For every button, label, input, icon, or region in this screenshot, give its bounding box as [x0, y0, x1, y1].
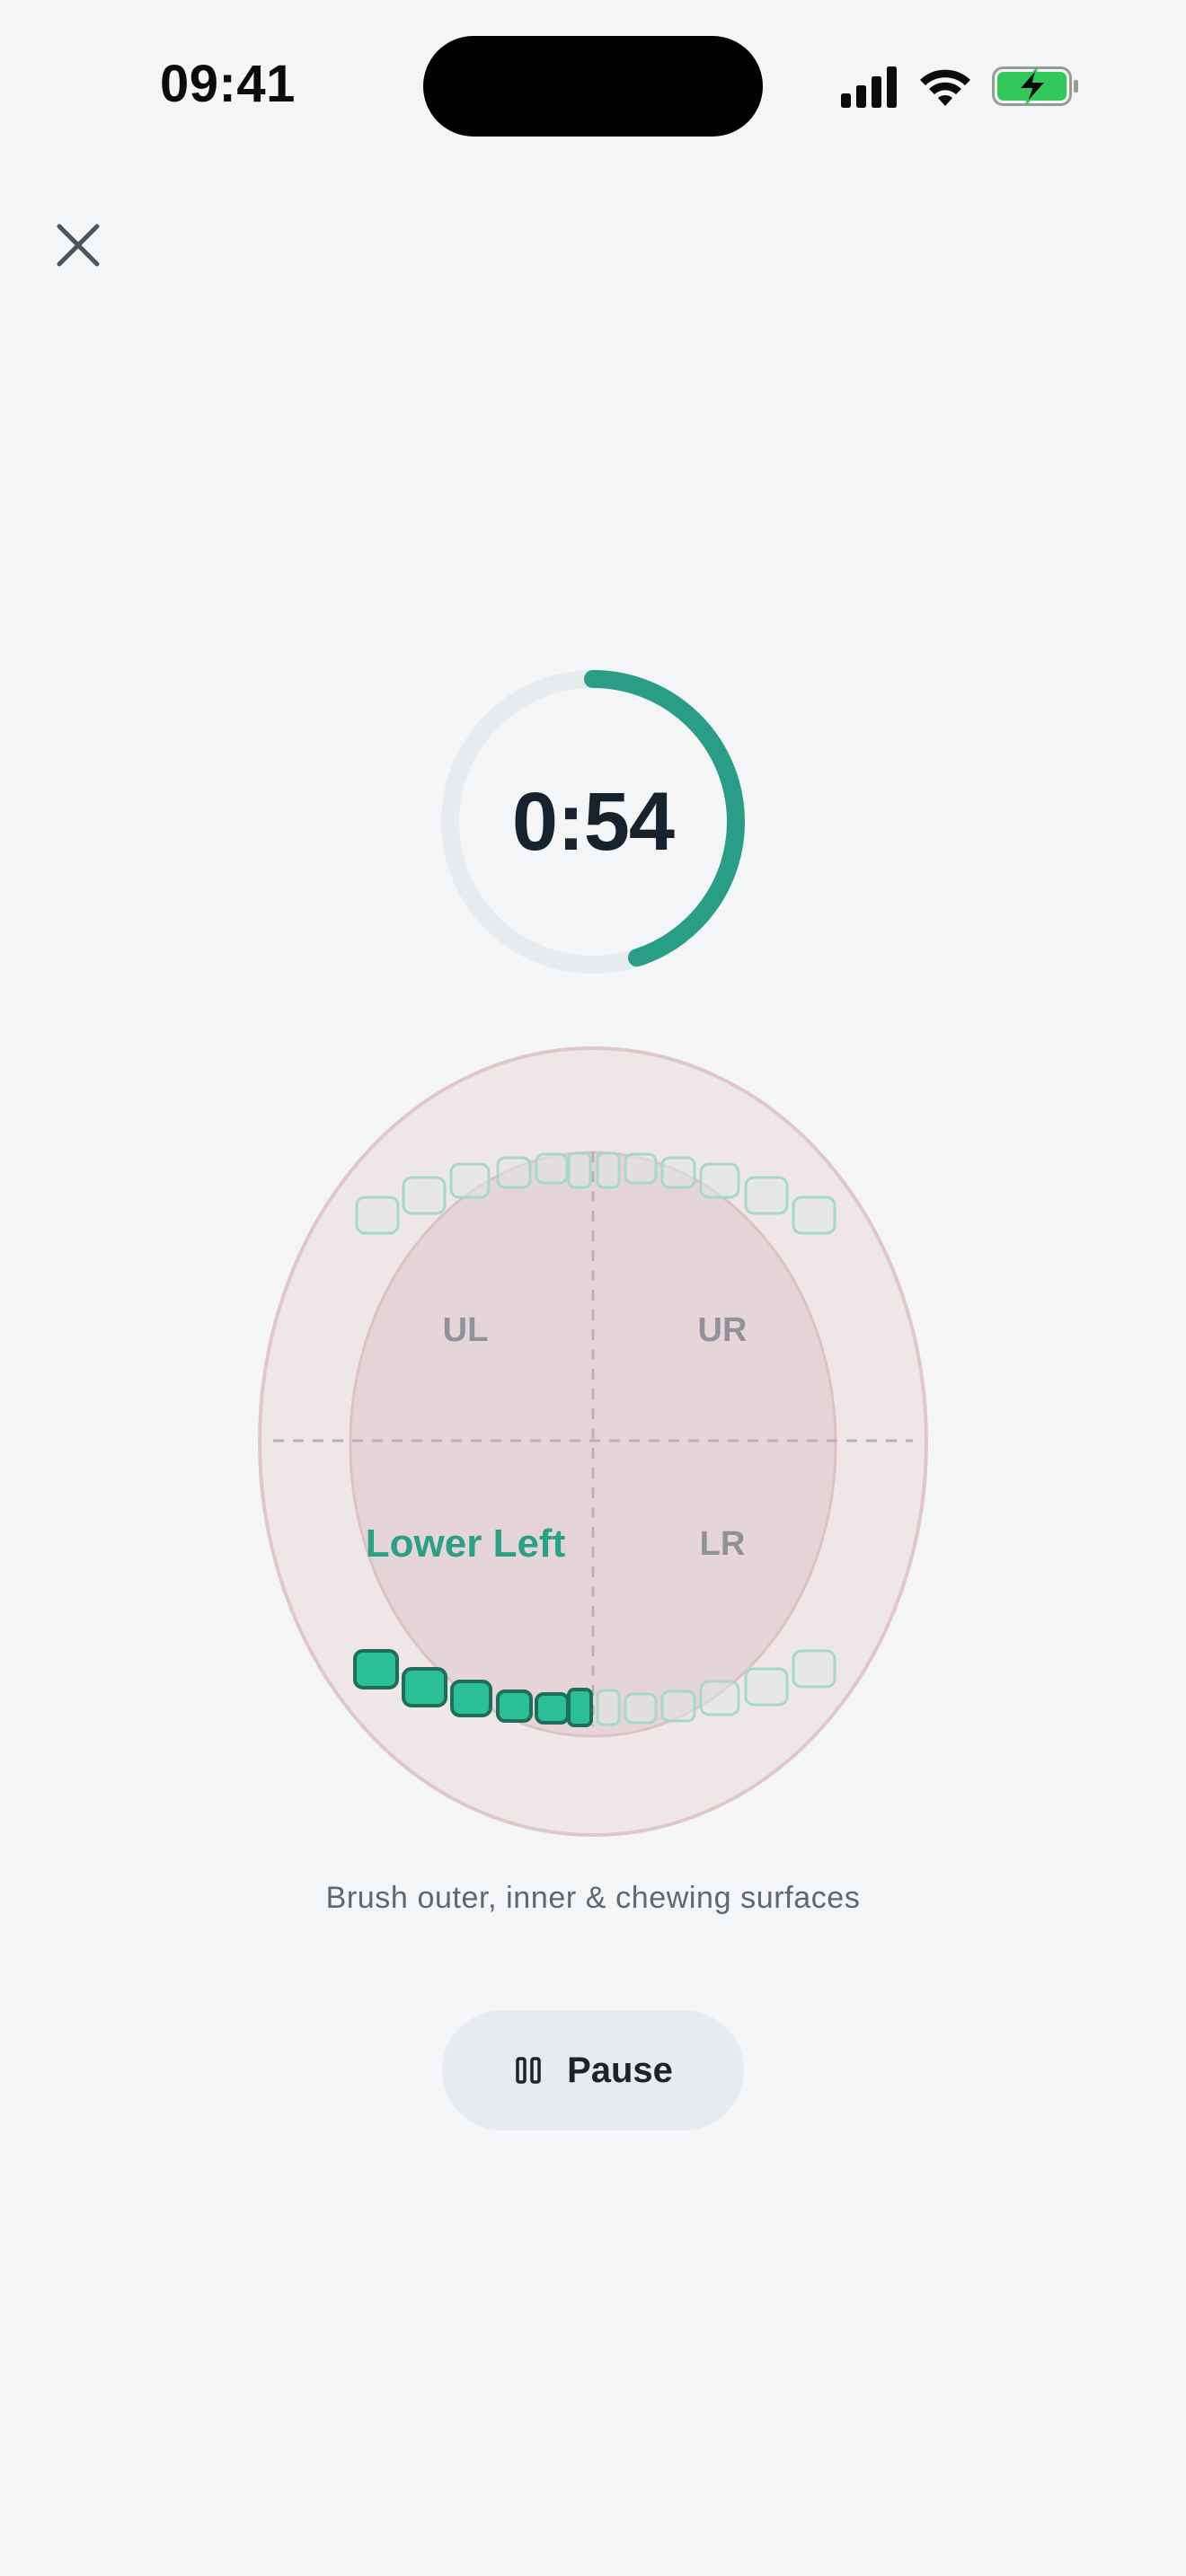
close-icon [57, 224, 100, 267]
tooth-ur-8 [792, 1195, 836, 1235]
tooth-ur-7 [744, 1176, 789, 1215]
tooth-ll-6 [353, 1649, 399, 1689]
tooth-ul-6 [449, 1162, 491, 1199]
status-bar: 09:41 [0, 0, 1186, 180]
status-time: 09:41 [160, 55, 296, 113]
tooth-ur-4 [624, 1152, 658, 1185]
tooth-ur-6 [699, 1162, 740, 1199]
tooth-lr-2 [624, 1692, 658, 1725]
tooth-ll-4 [450, 1680, 492, 1717]
cellular-signal-icon [841, 66, 897, 108]
pause-icon [516, 2057, 541, 2084]
tooth-lr-1 [596, 1689, 621, 1726]
mouth-map: UL UR Lower Left LR [252, 1042, 934, 1841]
tooth-lr-3 [660, 1689, 696, 1723]
tooth-ul-7 [402, 1176, 447, 1215]
mouth-diagram [258, 1046, 928, 1837]
tooth-ul-3 [567, 1151, 592, 1189]
timer-time-remaining: 0:54 [511, 775, 675, 868]
tooth-ul-4 [535, 1152, 569, 1185]
tooth-ur-3 [596, 1151, 621, 1189]
tooth-ll-2 [535, 1692, 570, 1725]
tooth-ll-1 [567, 1688, 593, 1727]
tooth-lr-6 [792, 1649, 836, 1689]
timer-ring: 0:54 [439, 668, 747, 975]
quadrant-label-upper-left: UL [442, 1311, 489, 1349]
pause-button[interactable]: Pause [442, 2010, 744, 2130]
tooth-ll-3 [496, 1689, 533, 1723]
tooth-ll-5 [402, 1667, 447, 1707]
quadrant-label-lower-left: Lower Left [365, 1522, 566, 1566]
brushing-instructions: Brush outer, inner & chewing surfaces [325, 1881, 861, 1915]
quadrant-label-upper-right: UR [697, 1311, 748, 1349]
battery-charging-icon [992, 66, 1078, 106]
tooth-ul-5 [496, 1156, 532, 1189]
dynamic-island [423, 36, 763, 137]
tooth-ur-5 [660, 1156, 696, 1189]
status-icons [841, 66, 1078, 108]
tooth-lr-5 [744, 1667, 789, 1707]
tooth-lr-4 [699, 1680, 740, 1716]
tooth-ul-8 [355, 1195, 400, 1235]
wifi-icon [920, 69, 970, 106]
close-button[interactable] [41, 208, 110, 277]
quadrant-label-lower-right: LR [699, 1525, 746, 1563]
pause-label: Pause [567, 2050, 673, 2090]
